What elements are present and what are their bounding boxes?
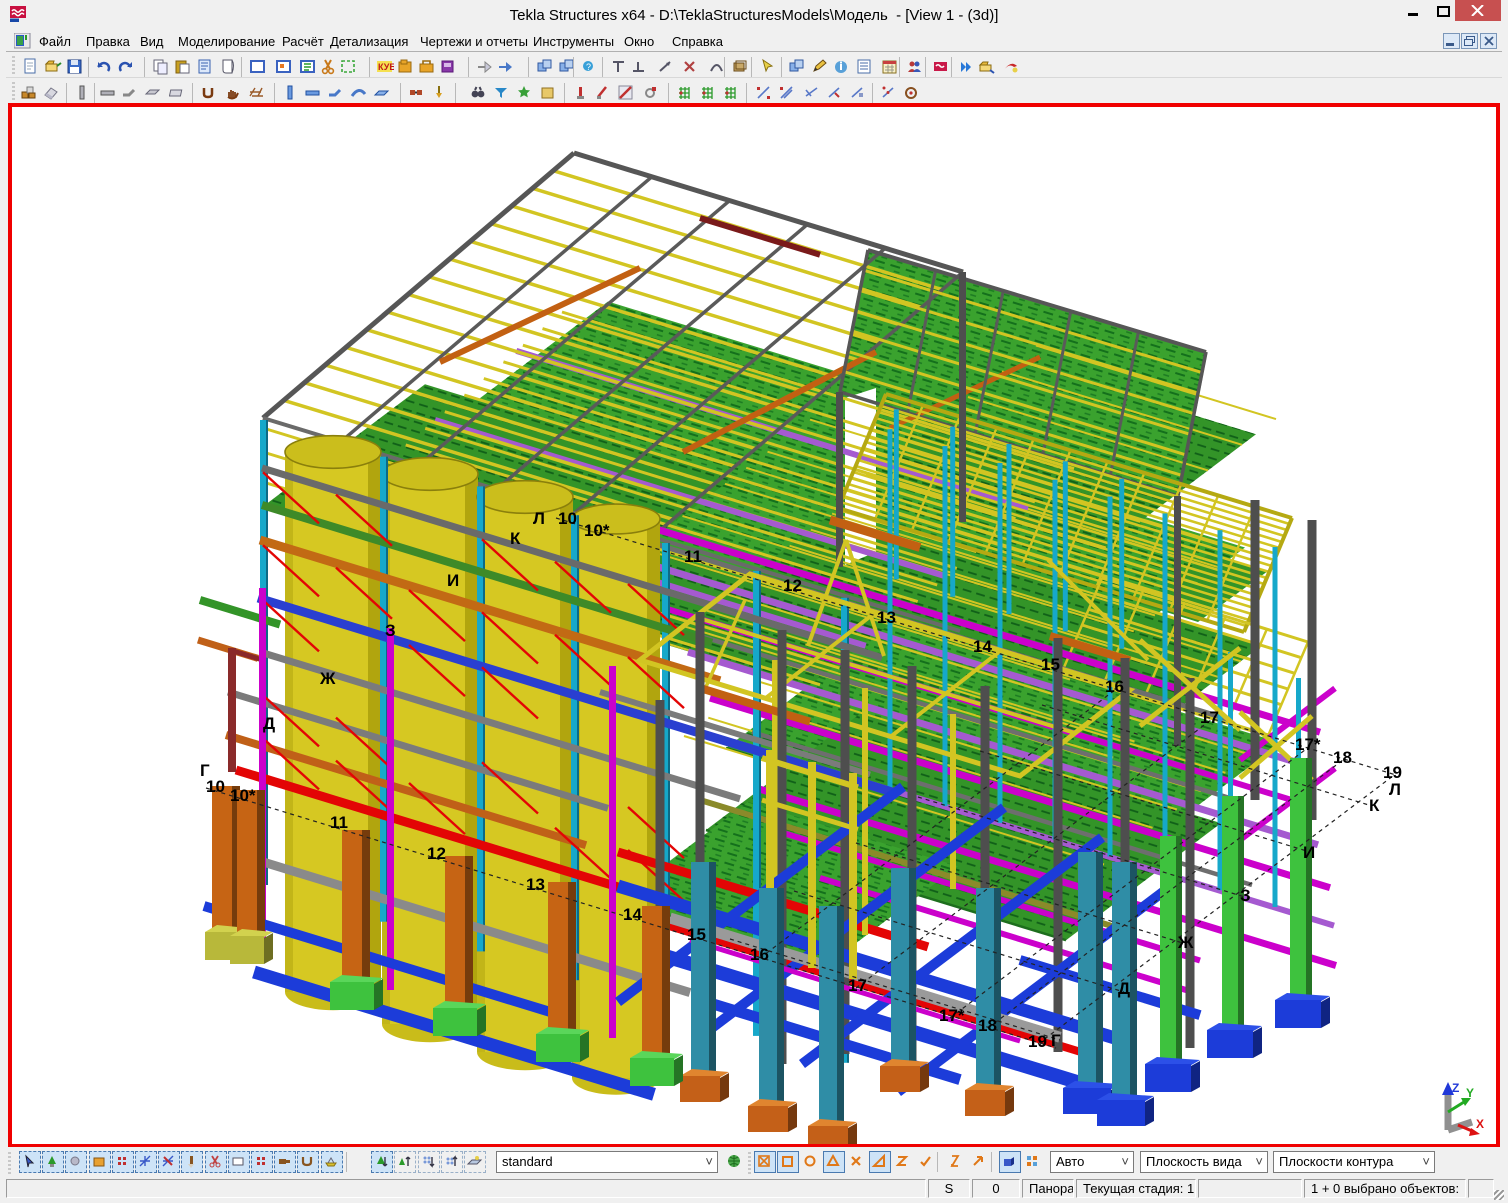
svg-text:19: 19 — [1028, 1032, 1047, 1051]
svg-text:10*: 10* — [584, 521, 610, 540]
svg-text:10*: 10* — [230, 786, 256, 805]
svg-text:Y: Y — [1466, 1086, 1474, 1100]
svg-text:Z: Z — [1452, 1081, 1459, 1095]
svg-text:13: 13 — [877, 608, 896, 627]
svg-text:Д: Д — [263, 714, 275, 733]
svg-text:18: 18 — [1333, 748, 1352, 767]
svg-text:Ж: Ж — [319, 669, 336, 688]
svg-text:15: 15 — [1041, 655, 1060, 674]
svg-text:11: 11 — [330, 813, 348, 832]
svg-text:11: 11 — [684, 547, 702, 566]
svg-text:Ж: Ж — [1177, 933, 1194, 952]
svg-text:12: 12 — [783, 576, 802, 595]
svg-text:?: ? — [586, 62, 591, 72]
svg-text:К: К — [510, 529, 521, 548]
svg-text:КУБ: КУБ — [378, 62, 394, 72]
svg-text:17*: 17* — [939, 1006, 965, 1025]
svg-text:Л: Л — [533, 509, 545, 528]
svg-text:15: 15 — [687, 925, 706, 944]
svg-text:Л: Л — [1389, 780, 1401, 799]
svg-text:14: 14 — [623, 905, 642, 924]
svg-text:К: К — [1369, 796, 1380, 815]
svg-text:Г: Г — [1051, 1031, 1061, 1050]
svg-text:16: 16 — [750, 945, 769, 964]
svg-text:10: 10 — [558, 509, 577, 528]
svg-text:И: И — [1303, 843, 1315, 862]
svg-text:14: 14 — [973, 637, 992, 656]
svg-text:16: 16 — [1105, 677, 1124, 696]
svg-text:17: 17 — [1200, 708, 1219, 727]
svg-text:И: И — [447, 571, 459, 590]
svg-text:17*: 17* — [1295, 735, 1321, 754]
svg-text:17: 17 — [848, 976, 867, 995]
svg-text:13: 13 — [526, 875, 545, 894]
svg-text:З: З — [1240, 886, 1251, 905]
svg-text:10: 10 — [206, 777, 225, 796]
svg-text:X: X — [1476, 1117, 1484, 1131]
svg-text:З: З — [385, 621, 396, 640]
svg-text:18: 18 — [978, 1016, 997, 1035]
svg-text:12: 12 — [427, 844, 446, 863]
svg-text:Д: Д — [1118, 979, 1130, 998]
